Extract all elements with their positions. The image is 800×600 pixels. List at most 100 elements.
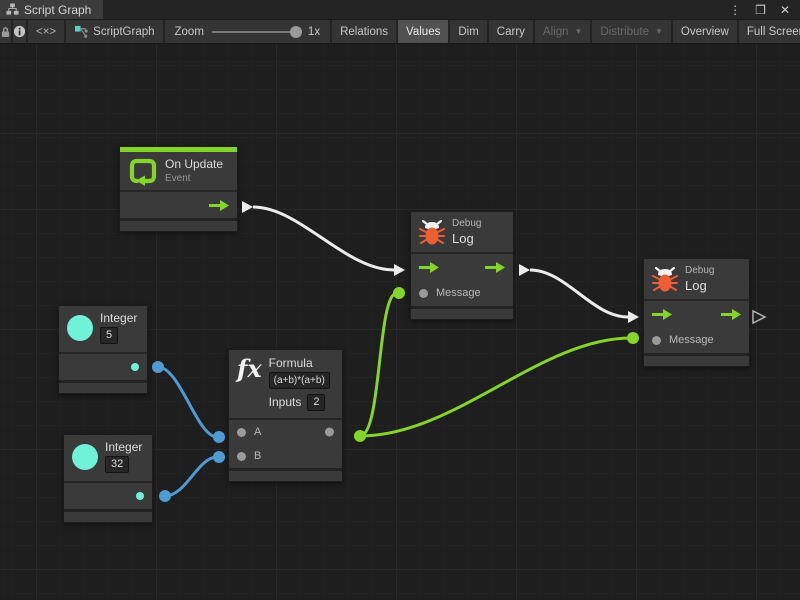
integer-output-port[interactable] (131, 363, 139, 371)
node-integer-1[interactable]: Integer 5 (58, 305, 148, 394)
zoom-slider-knob[interactable] (290, 26, 302, 38)
formula-fx-icon: fx (237, 357, 262, 381)
code-brackets-icon: <×> (36, 26, 56, 38)
formula-expression-field[interactable]: (a+b)*(a+b) (269, 372, 330, 389)
values-label: Values (406, 26, 440, 38)
chevron-down-icon: ▼ (575, 27, 583, 36)
breadcrumb-label: ScriptGraph (93, 26, 154, 38)
node-category: Debug (685, 265, 714, 276)
value-output-row (59, 354, 147, 380)
node-formula[interactable]: fx Formula (a+b)*(a+b) Inputs 2 A B (228, 349, 343, 482)
value-wire-int5-to-a[interactable] (158, 367, 217, 437)
node-integer-2[interactable]: Integer 32 (63, 434, 153, 523)
script-graph-icon (74, 25, 89, 39)
flow-wire-arrowhead (519, 264, 530, 276)
input-b-port[interactable] (237, 452, 246, 461)
integer-value-field[interactable]: 5 (100, 327, 118, 344)
flow-output-port[interactable] (485, 262, 505, 273)
input-a-port[interactable] (237, 428, 246, 437)
flow-wire-arrowhead (242, 201, 253, 213)
chevron-down-icon: ▼ (655, 27, 663, 36)
input-a-label: A (254, 426, 261, 438)
node-footer (644, 356, 749, 366)
integer-type-icon (72, 444, 98, 470)
node-footer (64, 512, 152, 522)
node-title: Log (452, 231, 481, 246)
relations-label: Relations (340, 26, 388, 38)
wire-endpoint (627, 332, 639, 344)
carry-label: Carry (497, 26, 525, 38)
flow-input-port[interactable] (419, 262, 439, 273)
flow-wire-log1-to-log2[interactable] (530, 270, 628, 317)
lock-button[interactable] (0, 20, 13, 43)
formula-output-port[interactable] (325, 428, 334, 437)
value-wire-formula-to-log1[interactable] (360, 293, 397, 436)
unconnected-flow-arrowhead[interactable] (753, 311, 765, 323)
node-footer (229, 471, 342, 481)
node-subtitle: Event (165, 173, 223, 184)
node-debug-log-2[interactable]: Debug Log Message (643, 258, 750, 367)
relations-button[interactable]: Relations (332, 20, 398, 43)
maximize-icon[interactable]: ❒ (755, 3, 766, 17)
window-controls: ⋮ ❒ ✕ (729, 0, 800, 19)
integer-type-icon (67, 315, 93, 341)
info-button[interactable] (13, 20, 28, 43)
wire-endpoint (213, 431, 225, 443)
node-title: On Update (165, 158, 223, 171)
flow-output-row (120, 192, 237, 218)
flow-wire-arrowhead (394, 264, 405, 276)
zoom-value: 1x (308, 26, 320, 38)
inputs-count-field[interactable]: 2 (307, 394, 325, 411)
zoom-slider[interactable] (212, 31, 300, 33)
wire-endpoint (213, 451, 225, 463)
flow-wire-onupdate-to-log1[interactable] (253, 207, 394, 270)
distribute-label: Distribute (600, 26, 649, 38)
inputs-label: Inputs (269, 396, 302, 409)
flow-output-port[interactable] (721, 309, 741, 320)
value-output-row (64, 483, 152, 509)
message-label: Message (669, 334, 714, 346)
align-button[interactable]: Align ▼ (535, 20, 593, 43)
values-button[interactable]: Values (398, 20, 450, 43)
overview-button[interactable]: Overview (673, 20, 739, 43)
value-wire-formula-to-log2[interactable] (360, 338, 631, 436)
flow-output-port[interactable] (209, 200, 229, 211)
input-a-row: A (229, 420, 342, 444)
carry-button[interactable]: Carry (489, 20, 535, 43)
zoom-label: Zoom (175, 26, 204, 38)
update-loop-icon (128, 156, 158, 186)
tab-title: Script Graph (24, 3, 91, 17)
message-input-port[interactable] (652, 336, 661, 345)
dim-button[interactable]: Dim (450, 20, 488, 43)
wire-endpoint (393, 287, 405, 299)
graph-canvas[interactable]: On Update Event (0, 44, 800, 600)
flow-row (411, 254, 513, 280)
node-debug-log-1[interactable]: Debug Log Message (410, 211, 514, 320)
wire-endpoint (152, 361, 164, 373)
wire-endpoint (354, 430, 366, 442)
flow-wire-arrowhead (628, 311, 639, 323)
message-input-port[interactable] (419, 289, 428, 298)
value-wire-int32-to-b[interactable] (165, 457, 217, 496)
menu-icon[interactable]: ⋮ (729, 3, 741, 17)
node-title: Formula (269, 357, 330, 370)
flow-input-port[interactable] (652, 309, 672, 320)
close-icon[interactable]: ✕ (780, 3, 790, 17)
distribute-button[interactable]: Distribute ▼ (592, 20, 673, 43)
input-b-row: B (229, 444, 342, 468)
message-input-row: Message (411, 280, 513, 306)
tab-bar: Script Graph ⋮ ❒ ✕ (0, 0, 800, 20)
edit-graph-button[interactable]: <×> (28, 20, 66, 43)
overview-label: Overview (681, 26, 729, 38)
breadcrumb[interactable]: ScriptGraph (66, 20, 164, 43)
node-title: Integer (100, 312, 137, 325)
zoom-control: Zoom 1x (165, 20, 333, 43)
tab-script-graph[interactable]: Script Graph (0, 0, 103, 19)
integer-output-port[interactable] (136, 492, 144, 500)
info-icon (13, 25, 26, 38)
debug-bug-icon (419, 219, 445, 245)
fullscreen-button[interactable]: Full Screen (739, 20, 800, 43)
node-on-update[interactable]: On Update Event (119, 146, 238, 232)
graph-hierarchy-icon (6, 3, 19, 16)
integer-value-field[interactable]: 32 (105, 456, 129, 473)
